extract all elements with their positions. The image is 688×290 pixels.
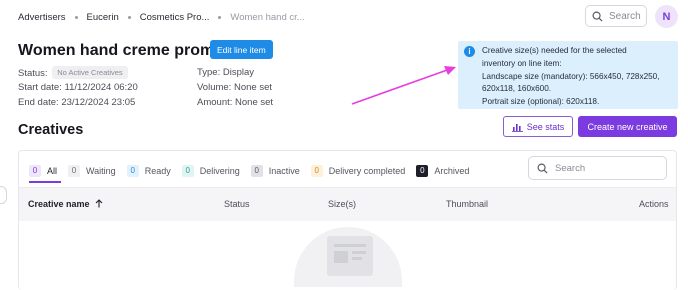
tab-all[interactable]: 0 All [29, 163, 57, 178]
column-status: Status [224, 199, 250, 209]
info-icon: i [464, 46, 475, 57]
search-icon [592, 11, 603, 22]
tab-count: 0 [29, 164, 41, 177]
breadcrumb-separator [218, 15, 222, 19]
creative-size-info-callout: i Creative size(s) needed for the select… [458, 41, 678, 109]
tab-count: 0 [126, 164, 139, 177]
tab-count: 0 [181, 164, 194, 177]
tab-delivering[interactable]: 0 Delivering [181, 163, 240, 178]
volume-row: Volume: None set [197, 82, 272, 93]
tab-label: Inactive [268, 165, 300, 176]
start-date-label: Start date: [18, 82, 62, 93]
tab-count: 0 [416, 164, 429, 177]
end-date-label: End date: [18, 97, 59, 108]
start-date-value: 11/12/2024 06:20 [64, 82, 138, 93]
side-panel-handle[interactable] [0, 186, 7, 204]
tab-waiting[interactable]: 0 Waiting [68, 163, 116, 178]
breadcrumb-separator [74, 15, 78, 19]
page-title: Women hand creme promo [18, 42, 224, 59]
status-row: Status: No Active Creatives [18, 66, 128, 79]
creatives-title: Creatives [18, 122, 84, 138]
sort-arrow-up-icon [95, 199, 103, 208]
status-badge: No Active Creatives [52, 66, 128, 79]
creatives-search-input[interactable]: Search [528, 156, 667, 180]
empty-state-illustration [294, 227, 402, 287]
callout-line-4: 620x118, 160x600. [482, 84, 552, 94]
end-date-row: End date: 23/12/2024 23:05 [18, 97, 135, 108]
tab-delivery-completed[interactable]: 0 Delivery completed [310, 163, 406, 178]
volume-value: None set [233, 82, 272, 93]
tab-label: All [47, 165, 58, 176]
search-icon [537, 163, 548, 174]
column-thumbnail: Thumbnail [446, 199, 489, 209]
tab-label: Waiting [86, 165, 116, 176]
column-creative-name-label: Creative name [28, 199, 90, 209]
breadcrumb-advertisers[interactable]: Advertisers [18, 12, 66, 23]
type-label: Type: [197, 67, 221, 78]
global-search-input[interactable]: Search [585, 5, 647, 27]
tab-label: Delivering [199, 165, 240, 176]
breadcrumb-advertiser[interactable]: Eucerin [87, 12, 119, 23]
table-header: Creative name Status Size(s) Thumbnail A… [19, 187, 676, 221]
tab-inactive[interactable]: 0 Inactive [250, 163, 300, 178]
tab-count: 0 [250, 164, 263, 177]
tab-label: Ready [144, 165, 171, 176]
breadcrumb-current: Women hand cr... [230, 11, 305, 23]
tab-ready[interactable]: 0 Ready [126, 163, 171, 178]
creatives-table-card: 0 All 0 Waiting 0 Ready 0 Delivering 0 I… [18, 150, 677, 290]
annotation-arrow [351, 66, 456, 105]
tab-count: 0 [68, 164, 81, 177]
status-label: Status: [18, 68, 48, 79]
see-stats-button[interactable]: See stats [503, 116, 573, 137]
tab-archived[interactable]: 0 Archived [416, 163, 469, 178]
create-new-creative-button[interactable]: Create new creative [578, 116, 677, 137]
start-date-row: Start date: 11/12/2024 06:20 [18, 82, 138, 93]
breadcrumb-separator [127, 15, 131, 19]
edit-line-item-button[interactable]: Edit line item [210, 40, 273, 59]
callout-line-5: Portrait size (optional): 620x118. [482, 97, 600, 107]
type-value: Display [222, 67, 255, 78]
bar-chart-icon [511, 123, 523, 132]
column-sizes: Size(s) [328, 199, 357, 209]
user-avatar[interactable]: N [655, 5, 678, 28]
tab-count: 0 [310, 164, 323, 177]
tab-label: Delivery completed [328, 165, 406, 176]
column-actions: Actions [639, 199, 669, 209]
amount-value: None set [235, 97, 274, 108]
active-tab-indicator [29, 181, 61, 183]
type-row: Type: Display [197, 67, 254, 78]
tab-label: Archived [434, 165, 470, 176]
end-date-value: 23/12/2024 23:05 [61, 97, 136, 108]
creatives-search-placeholder: Search [555, 162, 586, 174]
amount-row: Amount: None set [197, 97, 273, 108]
empty-document-icon [327, 236, 373, 276]
breadcrumb-campaign[interactable]: Cosmetics Pro... [140, 12, 210, 23]
breadcrumb: Advertisers Eucerin Cosmetics Pro... Wom… [18, 9, 305, 25]
status-tabs: 0 All 0 Waiting 0 Ready 0 Delivering 0 I… [29, 163, 480, 178]
amount-label: Amount: [197, 97, 233, 108]
volume-label: Volume: [197, 82, 232, 93]
global-search-placeholder: Search [609, 10, 641, 22]
see-stats-label: See stats [526, 121, 565, 132]
callout-line-1: Creative size(s) needed for the selected [482, 46, 627, 55]
callout-line-3: Landscape size (mandatory): 566x450, 728… [482, 71, 660, 81]
callout-line-2: inventory on line item: [482, 58, 562, 68]
column-creative-name[interactable]: Creative name [28, 199, 103, 209]
